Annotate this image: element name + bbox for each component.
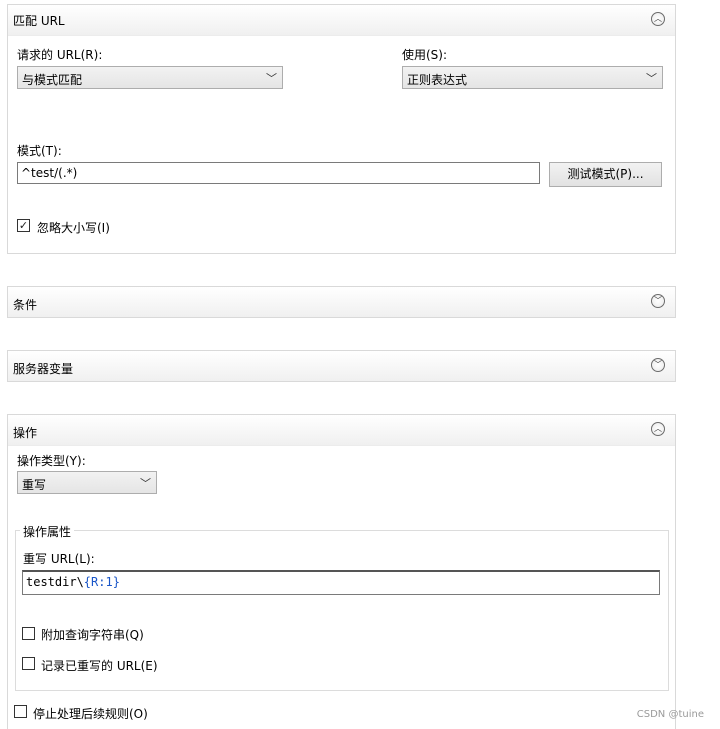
log-rewritten-label: 记录已重写的 URL(E) xyxy=(41,659,158,673)
action-header[interactable]: 操作 ︿ xyxy=(8,415,675,446)
pattern-label: 模式(T): xyxy=(17,144,62,158)
using-select[interactable]: 正则表达式 ﹀ xyxy=(402,66,663,89)
rewrite-url-plain: testdir\ xyxy=(26,575,84,589)
match-url-header[interactable]: 匹配 URL ︿ xyxy=(8,5,675,36)
log-rewritten-checkbox[interactable] xyxy=(22,657,35,670)
ignore-case-checkbox[interactable]: ✓ xyxy=(17,219,30,232)
action-properties-title: 操作属性 xyxy=(20,523,75,540)
stop-processing-label: 停止处理后续规则(O) xyxy=(33,707,148,721)
pattern-input[interactable]: ^test/(.*) xyxy=(17,162,540,184)
rewrite-url-label: 重写 URL(L): xyxy=(23,552,95,566)
ignore-case-label: 忽略大小写(I) xyxy=(37,221,110,235)
action-type-label: 操作类型(Y): xyxy=(17,454,86,468)
chevron-up-icon[interactable]: ︿ xyxy=(651,12,665,26)
dropdown-arrow-icon: ﹀ xyxy=(140,477,151,490)
pattern-value: ^test/(.*) xyxy=(21,166,78,180)
action-type-select[interactable]: 重写 ﹀ xyxy=(17,471,157,494)
using-value: 正则表达式 xyxy=(407,73,468,87)
stop-processing-checkbox[interactable] xyxy=(14,705,27,718)
rewrite-url-input[interactable]: testdir\{R:1} xyxy=(22,570,660,595)
append-query-checkbox[interactable] xyxy=(22,627,35,640)
rewrite-url-value: testdir\{R:1} xyxy=(26,575,120,589)
action-title: 操作 xyxy=(13,426,38,440)
using-label: 使用(S): xyxy=(402,48,448,62)
checkmark-icon: ✓ xyxy=(18,219,29,232)
requested-url-label: 请求的 URL(R): xyxy=(17,48,103,62)
server-variables-section: 服务器变量 ﹀ xyxy=(7,350,676,382)
match-url-section: 匹配 URL ︿ xyxy=(7,4,676,254)
chevron-down-icon[interactable]: ﹀ xyxy=(651,294,665,308)
chevron-down-icon[interactable]: ﹀ xyxy=(651,358,665,372)
server-variables-header[interactable]: 服务器变量 ﹀ xyxy=(8,351,675,381)
requested-url-select[interactable]: 与模式匹配 ﹀ xyxy=(17,66,283,89)
watermark: CSDN @tuine xyxy=(636,709,704,720)
chevron-up-icon[interactable]: ︿ xyxy=(651,422,665,436)
server-variables-title: 服务器变量 xyxy=(13,362,74,376)
action-type-value: 重写 xyxy=(22,478,47,492)
conditions-header[interactable]: 条件 ﹀ xyxy=(8,287,675,317)
conditions-title: 条件 xyxy=(13,298,38,312)
append-query-label: 附加查询字符串(Q) xyxy=(41,628,144,642)
test-pattern-button[interactable]: 测试模式(P)... xyxy=(549,162,662,187)
rewrite-url-token: {R:1} xyxy=(83,575,120,589)
requested-url-value: 与模式匹配 xyxy=(22,73,83,87)
dropdown-arrow-icon: ﹀ xyxy=(646,72,657,85)
match-url-title: 匹配 URL xyxy=(13,14,65,28)
conditions-section: 条件 ﹀ xyxy=(7,286,676,318)
dropdown-arrow-icon: ﹀ xyxy=(266,72,277,85)
